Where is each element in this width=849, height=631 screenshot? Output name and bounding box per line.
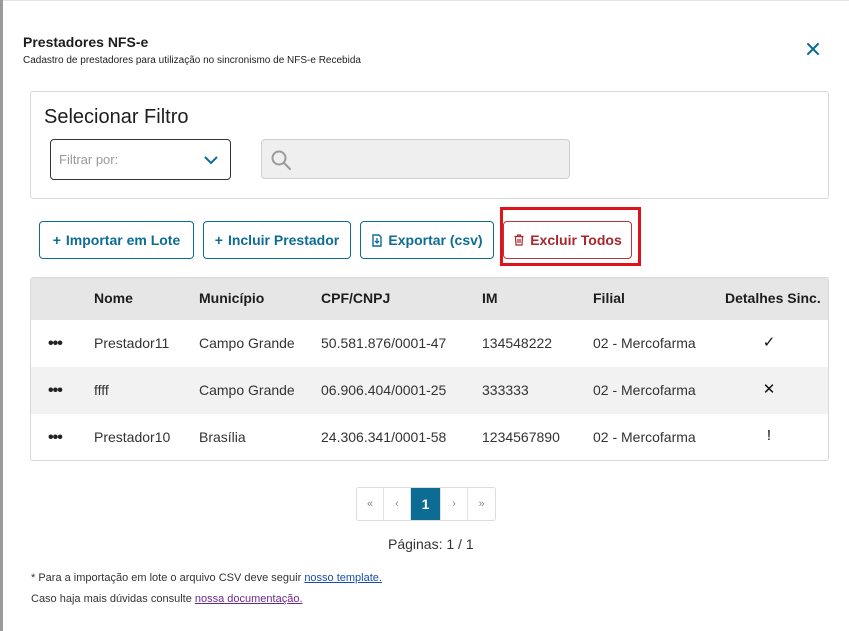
file-download-icon [372,233,383,247]
x-icon[interactable]: ✕ [761,380,777,398]
export-csv-label: Exportar (csv) [388,232,483,248]
header-im[interactable]: IM [482,290,498,306]
plus-icon: + [214,232,223,248]
page-1-button[interactable]: 1 [411,488,441,520]
header-cpf-cnpj[interactable]: CPF/CNPJ [321,290,390,306]
trash-icon [514,234,524,246]
delete-all-label: Excluir Todos [530,232,622,248]
table-row: ••• Prestador11 Campo Grande 50.581.876/… [31,320,828,367]
row-actions-menu[interactable]: ••• [48,335,63,353]
table-row: ••• ffff Campo Grande 06.906.404/0001-25… [31,367,828,414]
providers-table: Nome Município CPF/CNPJ IM Filial Detalh… [30,277,829,461]
pages-info: Páginas: 1 / 1 [388,536,474,552]
prestadores-modal: Prestadores NFS-e Cadastro de prestadore… [3,0,849,631]
cell-nome: Prestador11 [94,335,170,351]
cell-cpf-cnpj: 24.306.341/0001-58 [321,429,447,445]
row-actions-menu[interactable]: ••• [48,429,63,447]
cell-municipio: Campo Grande [199,382,295,398]
cell-filial: 02 - Mercofarma [593,335,696,351]
docs-note: Caso haja mais dúvidas consulte nossa do… [31,593,303,605]
cell-cpf-cnpj: 06.906.404/0001-25 [321,382,447,398]
docs-note-text: Caso haja mais dúvidas consulte [31,593,195,605]
cell-cpf-cnpj: 50.581.876/0001-47 [321,335,447,351]
filter-title: Selecionar Filtro [44,106,189,128]
import-note: * Para a importação em lote o arquivo CS… [31,572,382,584]
delete-all-button[interactable]: Excluir Todos [503,221,632,259]
cell-filial: 02 - Mercofarma [593,429,696,445]
documentation-link[interactable]: nossa documentação. [195,593,303,605]
next-page-button[interactable]: › [441,488,468,520]
table-header: Nome Município CPF/CNPJ IM Filial Detalh… [31,278,828,320]
exclamation-icon[interactable]: ! [761,427,777,444]
cell-im: 134548222 [482,335,553,351]
modal-title: Prestadores NFS-e [23,34,149,50]
prev-page-button[interactable]: ‹ [384,488,411,520]
row-actions-menu[interactable]: ••• [48,382,63,400]
cell-filial: 02 - Mercofarma [593,382,696,398]
cell-nome: ffff [94,382,109,398]
plus-icon: + [52,232,61,248]
search-input[interactable] [261,139,570,179]
header-nome[interactable]: Nome [94,290,133,306]
add-provider-label: Incluir Prestador [227,232,340,248]
check-icon[interactable]: ✓ [761,333,777,351]
filter-select-placeholder: Filtrar por: [59,152,119,167]
cell-municipio: Campo Grande [199,335,295,351]
header-municipio[interactable]: Município [199,290,264,306]
chevron-down-icon [204,156,218,165]
import-note-text: * Para a importação em lote o arquivo CS… [31,572,305,584]
add-provider-button[interactable]: + Incluir Prestador [203,221,351,259]
import-batch-button[interactable]: + Importar em Lote [39,221,194,259]
export-csv-button[interactable]: Exportar (csv) [360,221,494,259]
filter-select[interactable]: Filtrar por: [50,139,231,180]
pagination: « ‹ 1 › » [356,487,496,521]
table-row: ••• Prestador10 Brasília 24.306.341/0001… [31,414,828,460]
close-icon[interactable] [803,39,823,59]
cell-municipio: Brasília [199,429,246,445]
first-page-button[interactable]: « [357,488,384,520]
filter-panel: Selecionar Filtro Filtrar por: [30,91,829,199]
header-filial[interactable]: Filial [593,290,625,306]
cell-im: 333333 [482,382,529,398]
last-page-button[interactable]: » [468,488,495,520]
cell-im: 1234567890 [482,429,560,445]
template-link[interactable]: nosso template. [304,572,382,584]
cell-nome: Prestador10 [94,429,171,445]
header-detalhes[interactable]: Detalhes Sinc. [725,290,821,306]
search-icon [271,150,291,170]
modal-subtitle: Cadastro de prestadores para utilização … [23,55,361,66]
import-batch-label: Importar em Lote [65,232,181,248]
